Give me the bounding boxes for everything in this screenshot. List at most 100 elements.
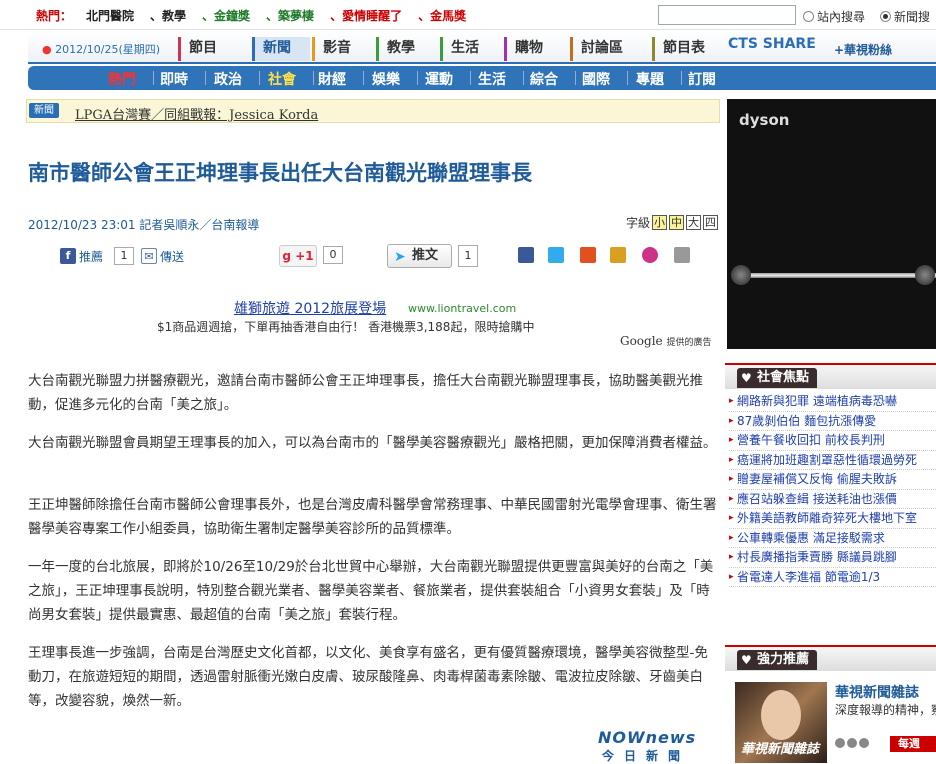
dyson-ad-banner[interactable]: dyson bbox=[727, 99, 936, 349]
dyson-knob-right bbox=[915, 265, 935, 285]
magazine-logo: 華視新聞雜誌 bbox=[741, 742, 820, 757]
article-headline: 南市醫師公會王正坤理事長出任大台南觀光聯盟理事長 bbox=[28, 161, 532, 185]
news-ticker[interactable]: 新聞 LPGA台灣賽／同組戰報：Jessica Korda bbox=[26, 99, 720, 123]
category-divider bbox=[205, 71, 206, 85]
category-tab[interactable]: 政治 bbox=[214, 69, 242, 89]
focus-news-link[interactable]: 應召站躲查緝 接送耗油也漲價 bbox=[729, 490, 936, 509]
font-size-small-button[interactable]: 小 bbox=[652, 215, 668, 230]
category-tab[interactable]: 專題 bbox=[636, 69, 664, 89]
article-paragraph: 大台南觀光聯盟會員期望王理事長的加入，可以為台南市的「醫學美容醫療觀光」嚴格把關… bbox=[28, 435, 717, 451]
send-label: 傳送 bbox=[160, 249, 185, 264]
magazine-title-link[interactable]: 華視新聞雜誌 bbox=[835, 682, 919, 702]
gplus-label: +1 bbox=[295, 249, 314, 263]
main-tab[interactable]: 購物 bbox=[504, 37, 566, 61]
main-tab[interactable]: 節目表 bbox=[652, 37, 722, 61]
main-tab[interactable]: 教學 bbox=[376, 37, 436, 61]
tweet-count: 1 bbox=[458, 245, 478, 267]
hot-topic-link[interactable]: 北門醫院 bbox=[86, 7, 134, 24]
facebook-icon: f bbox=[60, 248, 76, 264]
category-tab[interactable]: 財經 bbox=[318, 69, 346, 89]
facebook-share-icon[interactable] bbox=[518, 247, 534, 263]
focus-news-link[interactable]: 網路新與犯罪 遠端植病毒恐嚇 bbox=[729, 392, 936, 412]
print-icon[interactable] bbox=[674, 247, 690, 263]
font-size-label: 字級 bbox=[626, 216, 651, 230]
tweet-button[interactable]: ➤ 推文 bbox=[387, 244, 452, 268]
focus-news-link[interactable]: 癌運將加班趣割罩惡性循環過勞死 bbox=[729, 451, 936, 470]
radio-site-search[interactable]: 站內搜尋 bbox=[803, 8, 865, 25]
ticker-headline-link[interactable]: LPGA台灣賽／同組戰報：Jessica Korda bbox=[75, 104, 318, 123]
main-tab[interactable]: 討論區 bbox=[570, 37, 648, 61]
main-tab[interactable]: 新聞 bbox=[252, 37, 310, 61]
category-tab[interactable]: 生活 bbox=[478, 69, 506, 89]
font-size-selector: 字級 小 中 大 四 bbox=[626, 214, 719, 231]
category-tab[interactable]: 娛樂 bbox=[372, 69, 400, 89]
hot-label: 熱門： bbox=[36, 9, 73, 23]
pager-dot[interactable] bbox=[847, 738, 857, 748]
category-tab[interactable]: 國際 bbox=[582, 69, 610, 89]
ticker-tag: 新聞 bbox=[29, 103, 59, 118]
category-tab[interactable]: 綜合 bbox=[530, 69, 558, 89]
radio-news-search[interactable]: 新聞搜 bbox=[880, 8, 930, 25]
google-logo-text: Google bbox=[620, 334, 663, 348]
plurk-share-icon[interactable] bbox=[580, 247, 596, 263]
category-divider bbox=[575, 71, 576, 85]
focus-news-link[interactable]: 村長廣播指秉賣勝 縣議員跳腳 bbox=[729, 548, 936, 568]
focus-news-link[interactable]: 外籍美語教師離奇猝死大樓地下室 bbox=[729, 509, 936, 529]
fans-link[interactable]: +華視粉絲 bbox=[834, 41, 892, 58]
facebook-send-button[interactable]: ✉ 傳送 bbox=[141, 246, 184, 266]
nownews-logo-text: NOWnews bbox=[598, 728, 697, 747]
ad-title-link[interactable]: 雄獅旅遊 2012旅展登場 bbox=[234, 298, 386, 318]
category-tab[interactable]: 即時 bbox=[160, 69, 188, 89]
comment-bubble-icon[interactable] bbox=[642, 247, 658, 263]
radio-circle[interactable] bbox=[803, 11, 814, 22]
google-ad-label[interactable]: Google 提供的廣告 bbox=[620, 334, 712, 348]
main-tab[interactable]: 影音 bbox=[312, 37, 372, 61]
recommend-header: 強力推薦 bbox=[725, 645, 936, 671]
ad-url-link[interactable]: www.liontravel.com bbox=[408, 302, 516, 315]
hot-topic-link[interactable]: 、愛情睡醒了 bbox=[330, 7, 402, 24]
news-category-nav: 熱門 即時 政治 社會 財經 娛樂 運動 生活 綜合 國際 專題 訂閱 bbox=[28, 66, 936, 90]
magazine-thumbnail[interactable]: 華視新聞雜誌 bbox=[735, 682, 827, 763]
pager-dot[interactable] bbox=[859, 738, 869, 748]
category-divider bbox=[153, 71, 154, 85]
trophy-icon[interactable] bbox=[610, 247, 626, 263]
hot-topic-link[interactable]: 、築夢棲 bbox=[266, 7, 314, 24]
article-paragraph: 大台南觀光聯盟力拼醫療觀光，邀請台南市醫師公會王正坤理事長，擔任大台南觀光聯盟理… bbox=[28, 373, 703, 413]
focus-news-link[interactable]: 省電達人李進福 節電逾1/3 bbox=[729, 568, 936, 587]
radio-circle-selected[interactable] bbox=[880, 11, 891, 22]
focus-news-link[interactable]: 營養午餐收回扣 前校長判刑 bbox=[729, 431, 936, 451]
main-tab[interactable]: 節目 bbox=[178, 37, 240, 61]
focus-news-link[interactable]: 贈妻屋補償又反悔 偷腥夫敗訴 bbox=[729, 470, 936, 490]
focus-news-link[interactable]: 87歲剝伯伯 麵包抗漲傳愛 bbox=[729, 412, 936, 431]
hot-topic-link[interactable]: 、金鐘獎 bbox=[202, 7, 250, 24]
category-tab[interactable]: 社會 bbox=[268, 69, 296, 89]
category-divider bbox=[363, 71, 364, 85]
facebook-recommend[interactable]: f 推薦 1 bbox=[60, 246, 135, 266]
recommend-title: 強力推薦 bbox=[737, 650, 818, 670]
category-divider bbox=[259, 71, 260, 85]
society-focus-header: 社會焦點 bbox=[725, 363, 936, 389]
search-input[interactable] bbox=[658, 5, 796, 25]
font-size-xlarge-button[interactable]: 四 bbox=[703, 215, 719, 230]
twitter-share-icon[interactable] bbox=[548, 247, 564, 263]
category-tab[interactable]: 訂閱 bbox=[688, 69, 716, 89]
hot-topic-link[interactable]: 、金馬獎 bbox=[418, 7, 466, 24]
main-tab[interactable]: 生活 bbox=[440, 37, 500, 61]
dyson-product-bar bbox=[733, 273, 936, 278]
pager-dot[interactable] bbox=[835, 738, 845, 748]
magazine-weekly-button[interactable]: 每週 bbox=[890, 736, 936, 752]
society-focus-list: 網路新與犯罪 遠端植病毒恐嚇87歲剝伯伯 麵包抗漲傳愛營養午餐收回扣 前校長判刑… bbox=[729, 392, 936, 587]
focus-news-link[interactable]: 公車轉乘優惠 滿足接駁需求 bbox=[729, 529, 936, 548]
font-size-large-button[interactable]: 大 bbox=[686, 215, 702, 230]
font-size-medium-button[interactable]: 中 bbox=[669, 215, 685, 230]
radio-news-label: 新聞搜 bbox=[894, 10, 931, 24]
hot-topic-link[interactable]: 、教學 bbox=[150, 7, 186, 24]
tweet-label: 推文 bbox=[412, 248, 439, 263]
ad-description: $1商品週週搶，下單再抽香港自由行！ 香港機票3,188起，限時搶購中 bbox=[157, 320, 535, 334]
date-text: 2012/10/25(星期四) bbox=[55, 43, 161, 56]
category-tab[interactable]: 熱門 bbox=[108, 69, 136, 89]
society-focus-title: 社會焦點 bbox=[737, 368, 818, 388]
google-plus-button[interactable]: g +1 bbox=[279, 245, 317, 267]
category-tab[interactable]: 運動 bbox=[425, 69, 453, 89]
cts-share-logo[interactable]: CTS SHARE bbox=[728, 36, 816, 52]
